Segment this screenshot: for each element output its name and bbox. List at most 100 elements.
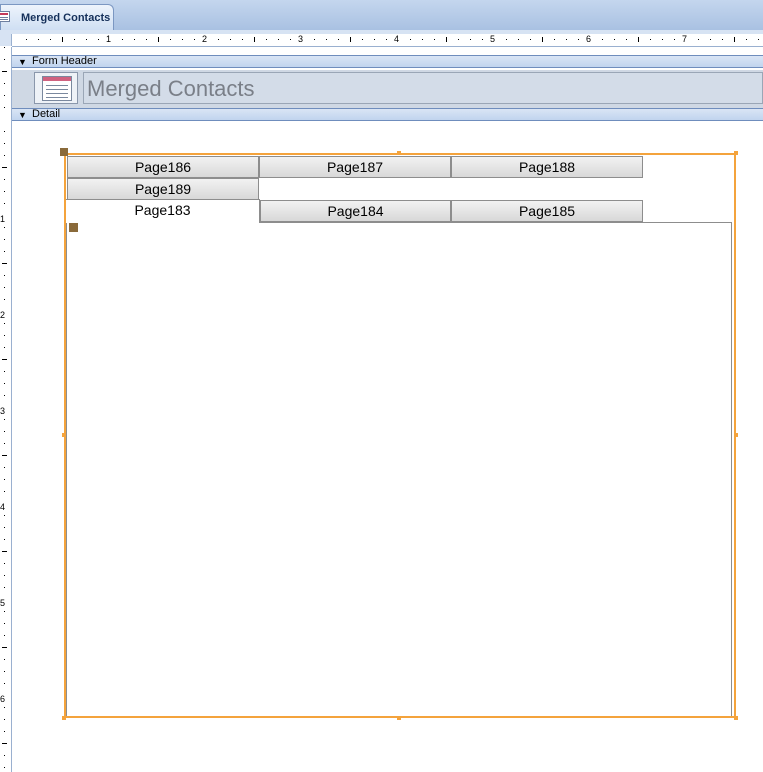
ruler-tick bbox=[4, 443, 5, 444]
resize-handle-bottom-left[interactable] bbox=[62, 716, 66, 720]
ruler-tick bbox=[4, 467, 5, 468]
ruler-tick bbox=[278, 39, 279, 40]
tab-page185[interactable]: Page185 bbox=[451, 200, 643, 222]
ruler-tick bbox=[2, 743, 7, 744]
tab-page186[interactable]: Page186 bbox=[67, 156, 259, 178]
ruler-number: 1 bbox=[106, 34, 112, 44]
ruler-tick bbox=[266, 39, 267, 40]
ruler-tick bbox=[2, 71, 7, 72]
ruler-tick bbox=[326, 39, 327, 40]
ruler-tick bbox=[254, 37, 255, 42]
ruler-tick bbox=[4, 131, 5, 132]
ruler-corner[interactable] bbox=[0, 34, 12, 46]
ruler-tick bbox=[4, 719, 5, 720]
ruler-tick bbox=[662, 39, 663, 40]
ruler-tick bbox=[4, 227, 5, 228]
ruler-tick bbox=[4, 287, 5, 288]
ruler-tick bbox=[2, 647, 7, 648]
ruler-tick bbox=[4, 371, 5, 372]
ruler-tick bbox=[4, 83, 5, 84]
ruler-tick bbox=[4, 527, 5, 528]
document-tab-label: Merged Contacts bbox=[21, 12, 111, 24]
header-title-box[interactable]: Merged Contacts bbox=[83, 72, 763, 104]
ruler-tick bbox=[4, 179, 5, 180]
ruler-tick bbox=[242, 39, 243, 40]
tab-page183[interactable]: Page183 bbox=[65, 199, 260, 223]
ruler-tick bbox=[2, 167, 7, 168]
ruler-tick bbox=[86, 39, 87, 40]
ruler-tick bbox=[4, 731, 5, 732]
ruler-number: 3 bbox=[0, 406, 6, 416]
form-header-section-bar[interactable]: ▼ Form Header bbox=[12, 55, 763, 68]
ruler-tick bbox=[734, 37, 735, 42]
ruler-number: 4 bbox=[394, 34, 400, 44]
tab-page188[interactable]: Page188 bbox=[451, 156, 643, 178]
document-tab-merged-contacts[interactable]: Merged Contacts bbox=[0, 4, 114, 30]
ruler-tick bbox=[2, 263, 7, 264]
ruler-tick bbox=[4, 659, 5, 660]
ruler-number: 5 bbox=[0, 598, 6, 608]
ruler-number: 1 bbox=[0, 214, 6, 224]
ruler-tick bbox=[314, 39, 315, 40]
tab-body-divider bbox=[260, 222, 732, 223]
ruler-tick bbox=[4, 347, 5, 348]
resize-handle-bottom-right[interactable] bbox=[734, 716, 738, 720]
tab-page189[interactable]: Page189 bbox=[67, 178, 259, 200]
ruler-tick bbox=[4, 563, 5, 564]
ruler-tick bbox=[410, 39, 411, 40]
ruler-tick bbox=[674, 39, 675, 40]
ruler-tick bbox=[4, 251, 5, 252]
page-move-handle[interactable] bbox=[69, 223, 78, 232]
ruler-tick bbox=[4, 683, 5, 684]
tab-page-body[interactable] bbox=[66, 222, 732, 717]
resize-handle-right[interactable] bbox=[734, 433, 738, 437]
resize-handle-left[interactable] bbox=[62, 433, 66, 437]
ruler-tick bbox=[578, 39, 579, 40]
ruler-tick bbox=[758, 39, 759, 40]
ruler-tick bbox=[4, 275, 5, 276]
ruler-tick bbox=[134, 39, 135, 40]
ruler-tick bbox=[4, 755, 5, 756]
ruler-tick bbox=[194, 39, 195, 40]
tab-page184[interactable]: Page184 bbox=[260, 200, 451, 222]
detail-section-bar[interactable]: ▼ Detail bbox=[12, 108, 763, 121]
ruler-tick bbox=[470, 39, 471, 40]
ruler-tick bbox=[710, 39, 711, 40]
ruler-tick bbox=[4, 335, 5, 336]
ruler-tick bbox=[122, 39, 123, 40]
ruler-tick bbox=[386, 39, 387, 40]
ruler-number: 2 bbox=[0, 310, 6, 320]
ruler-tick bbox=[4, 155, 5, 156]
ruler-tick bbox=[4, 671, 5, 672]
ruler-tick bbox=[422, 39, 423, 40]
resize-handle-bottom[interactable] bbox=[397, 716, 401, 720]
ruler-tick bbox=[98, 39, 99, 40]
ruler-number: 6 bbox=[586, 34, 592, 44]
ruler-tick bbox=[602, 39, 603, 40]
tab-page187[interactable]: Page187 bbox=[259, 156, 451, 178]
ruler-tick bbox=[4, 419, 5, 420]
ruler-tick bbox=[4, 575, 5, 576]
horizontal-ruler[interactable]: 1 2 3 4 5 6 7 bbox=[12, 34, 763, 47]
resize-handle-top-right[interactable] bbox=[734, 151, 738, 155]
ruler-tick bbox=[218, 39, 219, 40]
ruler-tick bbox=[518, 39, 519, 40]
vertical-ruler[interactable]: 1 2 3 4 5 6 bbox=[0, 47, 12, 772]
ruler-tick bbox=[2, 455, 7, 456]
move-handle[interactable] bbox=[60, 148, 68, 156]
ruler-number: 4 bbox=[0, 502, 6, 512]
ruler-tick bbox=[374, 39, 375, 40]
ruler-tick bbox=[4, 479, 5, 480]
ruler-tick bbox=[170, 39, 171, 40]
ruler-tick bbox=[2, 359, 7, 360]
form-header-area[interactable]: Merged Contacts bbox=[12, 70, 763, 108]
ruler-tick bbox=[50, 39, 51, 40]
form-logo-icon[interactable] bbox=[34, 72, 78, 104]
form-icon bbox=[0, 11, 10, 22]
ruler-tick bbox=[4, 299, 5, 300]
ruler-number: 7 bbox=[682, 34, 688, 44]
ruler-tick bbox=[74, 39, 75, 40]
ruler-tick bbox=[4, 515, 5, 516]
ruler-tick bbox=[4, 95, 5, 96]
resize-handle-top[interactable] bbox=[397, 151, 401, 155]
